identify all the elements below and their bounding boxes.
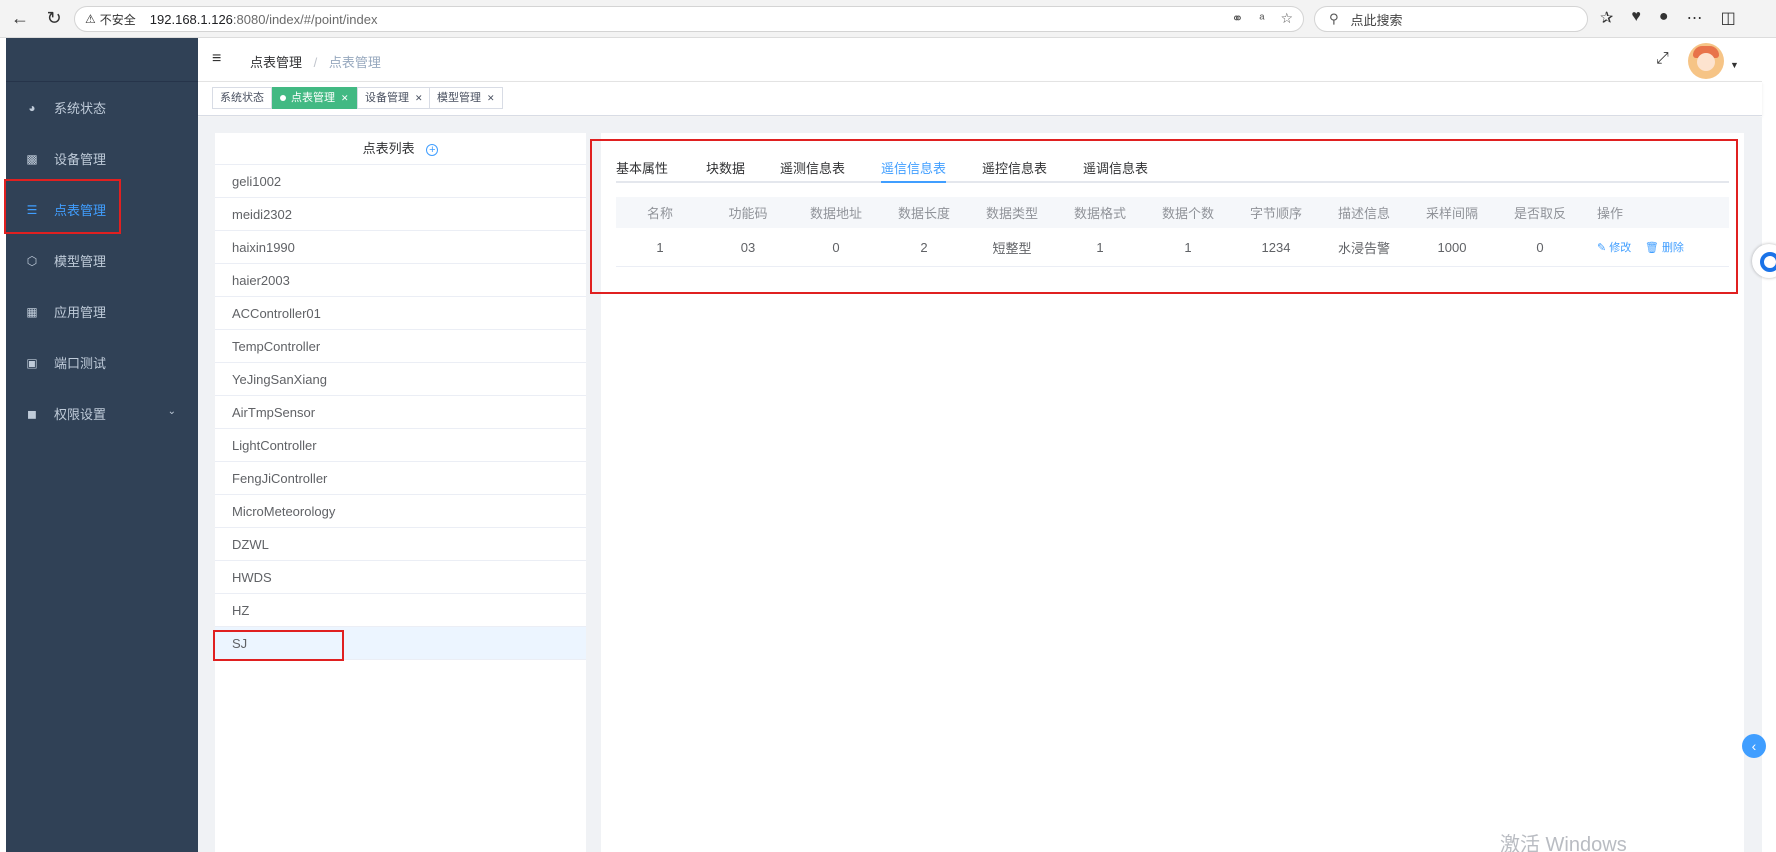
- chevron-left-icon[interactable]: ‹: [1742, 734, 1766, 758]
- dashboard-icon: ◕: [28, 100, 36, 115]
- point-list-item[interactable]: haier2003: [215, 264, 586, 297]
- reload-icon[interactable]: ↻: [40, 5, 68, 33]
- breadcrumb-item[interactable]: 点表管理: [250, 55, 302, 70]
- close-icon[interactable]: ✕: [487, 93, 495, 103]
- apps-icon: ▦: [26, 304, 38, 319]
- sidebar-item-model-management[interactable]: ⬡ 模型管理: [6, 235, 198, 286]
- avatar[interactable]: [1688, 43, 1724, 79]
- breadcrumb: 点表管理 / 点表管理: [250, 52, 381, 71]
- point-list-item[interactable]: meidi2302: [215, 198, 586, 231]
- app-root: ← ↻ ⚠ 不安全 192.168.1.126 :8080/index/#/po…: [0, 0, 1776, 852]
- caret-down-icon[interactable]: ▼: [1730, 60, 1739, 70]
- annotation-box-list-item: [213, 630, 344, 661]
- fullscreen-icon[interactable]: ⤢: [1656, 50, 1669, 68]
- search-placeholder: 点此搜索: [1350, 12, 1403, 28]
- point-list-item[interactable]: DZWL: [215, 528, 586, 561]
- translate-icon[interactable]: ᵃ: [1259, 10, 1264, 27]
- sidebar-item-device-management[interactable]: ▩ 设备管理: [6, 133, 198, 184]
- sidebar-item-label: 端口测试: [54, 356, 107, 371]
- hamburger-icon[interactable]: ≡: [212, 50, 221, 68]
- point-list-item[interactable]: haixin1990: [215, 231, 586, 264]
- annotation-box-menu: [4, 179, 121, 234]
- sidebar-item-label: 权限设置: [54, 407, 107, 422]
- back-icon[interactable]: ←: [6, 5, 34, 33]
- insecure-label: 不安全: [99, 12, 136, 27]
- sidebar-item-label: 应用管理: [54, 305, 107, 320]
- breadcrumb-separator: /: [313, 55, 318, 70]
- chevron-down-icon: ⌄: [167, 406, 176, 417]
- point-list-item[interactable]: HWDS: [215, 561, 586, 594]
- point-list-item[interactable]: YeJingSanXiang: [215, 363, 586, 396]
- lock-icon: ◼: [27, 406, 37, 421]
- sidebar-logo-area: [6, 38, 198, 82]
- browser-search-input[interactable]: ⚲ 点此搜索: [1314, 6, 1588, 32]
- star-icon[interactable]: ☆: [1280, 10, 1293, 27]
- favorites-icon[interactable]: ✰: [1600, 8, 1613, 28]
- port-icon: ▣: [26, 355, 38, 370]
- navbar: ≡ 点表管理 / 点表管理 ⤢ ▼: [198, 38, 1762, 82]
- sidebar-item-permissions[interactable]: ◼ 权限设置 ⌄: [6, 388, 198, 439]
- warning-icon: ⚠: [85, 12, 96, 26]
- more-icon[interactable]: ⋯: [1687, 8, 1703, 28]
- key-icon[interactable]: ⚭: [1231, 10, 1243, 27]
- annotation-box-table: [590, 139, 1738, 294]
- tag-system-status[interactable]: 系统状态: [212, 87, 272, 109]
- breadcrumb-item-current: 点表管理: [328, 55, 381, 70]
- address-bar[interactable]: ⚠ 不安全 192.168.1.126 :8080/index/#/point/…: [74, 6, 1304, 32]
- add-circle-icon[interactable]: +: [426, 143, 439, 156]
- extension-icon[interactable]: ♥: [1631, 8, 1641, 28]
- tags-view: 系统状态 点表管理 ✕ 设备管理 ✕ 模型管理 ✕: [198, 82, 1762, 116]
- tag-point-table[interactable]: 点表管理 ✕: [272, 87, 357, 109]
- url-host: 192.168.1.126: [149, 11, 233, 27]
- point-list-header: 点表列表 +: [215, 133, 586, 165]
- point-list-item[interactable]: TempController: [215, 330, 586, 363]
- sidebar-item-port-test[interactable]: ▣ 端口测试: [6, 337, 198, 388]
- point-list-item[interactable]: geli1002: [215, 165, 586, 198]
- browser-toolbar: ← ↻ ⚠ 不安全 192.168.1.126 :8080/index/#/po…: [0, 0, 1776, 38]
- sidebar: ◕ 系统状态 ▩ 设备管理 ☰ 点表管理 ⬡ 模型管理 ▦ 应用管理 ▣ 端口测…: [6, 38, 198, 852]
- point-list-item[interactable]: MicroMeteorology: [215, 495, 586, 528]
- point-list-item[interactable]: HZ: [215, 594, 586, 627]
- profile-icon[interactable]: ●: [1659, 8, 1669, 28]
- tag-device-management[interactable]: 设备管理 ✕: [357, 87, 431, 109]
- tag-model-management[interactable]: 模型管理 ✕: [429, 87, 503, 109]
- url-path: :8080/index/#/point/index: [232, 11, 378, 27]
- sitemap-icon: ▩: [26, 151, 38, 166]
- sidebar-item-label: 设备管理: [54, 152, 107, 167]
- sidebar-item-label: 系统状态: [54, 101, 107, 116]
- point-list-title: 点表列表: [362, 141, 415, 156]
- windows-activation-watermark: 激活 Windows: [1500, 834, 1627, 852]
- sidebar-item-label: 模型管理: [54, 254, 107, 269]
- point-list-item[interactable]: AirTmpSensor: [215, 396, 586, 429]
- point-list-item[interactable]: FengJiController: [215, 462, 586, 495]
- active-dot-icon: [280, 95, 286, 102]
- close-icon[interactable]: ✕: [415, 93, 423, 103]
- point-list-panel: 点表列表 + geli1002 meidi2302 haixin1990 hai…: [215, 133, 586, 852]
- point-list-item[interactable]: ACController01: [215, 297, 586, 330]
- sidebar-item-system-status[interactable]: ◕ 系统状态: [6, 82, 198, 133]
- sidebar-item-app-management[interactable]: ▦ 应用管理: [6, 286, 198, 337]
- close-icon[interactable]: ✕: [341, 93, 349, 103]
- cube-icon: ⬡: [26, 253, 38, 268]
- sidebar-toggle-icon[interactable]: ◫: [1721, 8, 1736, 28]
- point-list-item[interactable]: LightController: [215, 429, 586, 462]
- search-icon: ⚲: [1329, 11, 1339, 26]
